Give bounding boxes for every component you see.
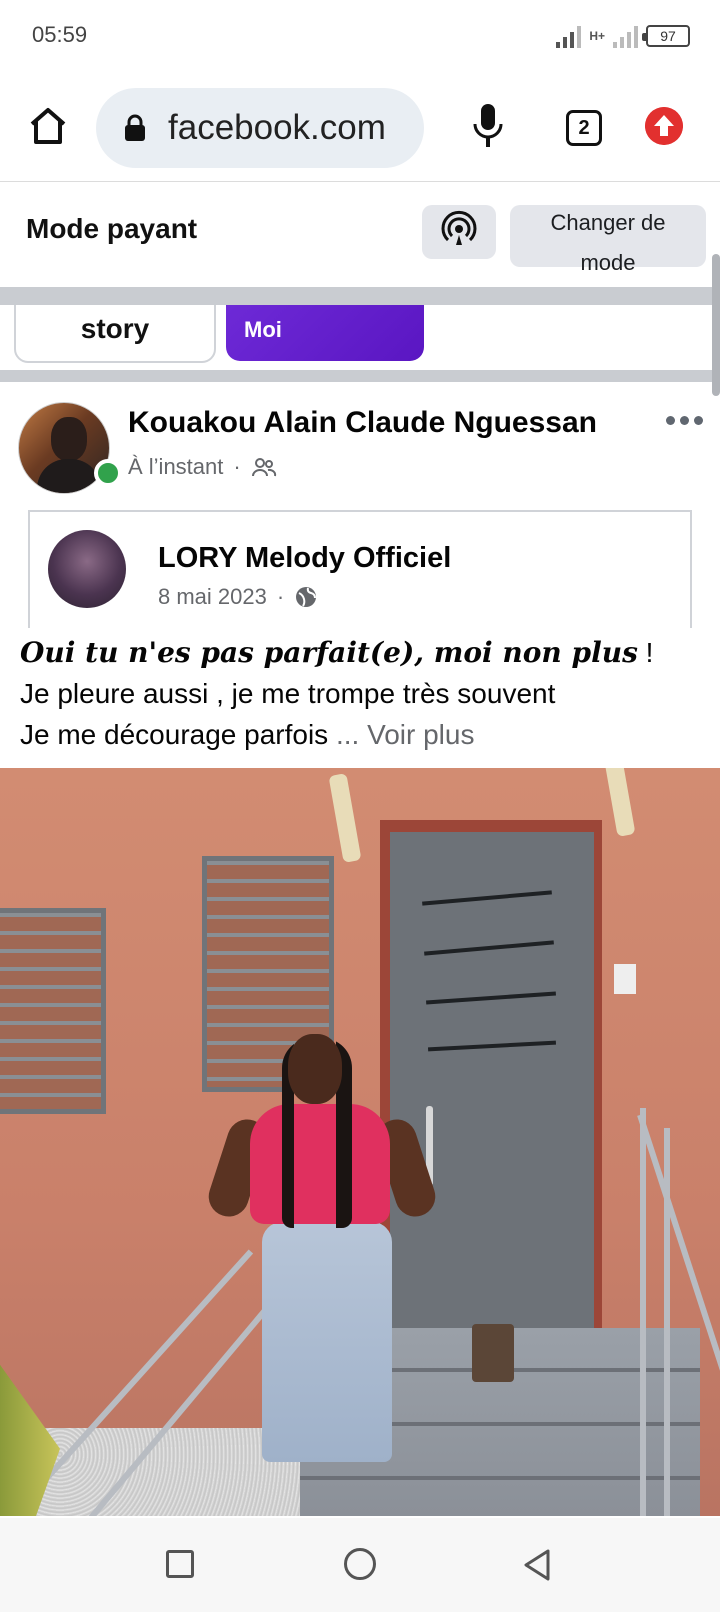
post-text-line1: Oui tu n'es pas parfait(e), moi non plus	[20, 636, 638, 669]
status-bar: 05:59 H+ 97	[0, 0, 720, 72]
change-mode-label: Changer de mode	[550, 210, 666, 275]
meta-dot: ·	[276, 584, 285, 609]
shared-post-header[interactable]: LORY Melody Officiel 8 mai 2023 ·	[28, 510, 692, 628]
signal-icon	[556, 24, 582, 48]
online-status-indicator	[94, 459, 122, 487]
battery-icon: 97	[642, 25, 690, 47]
shared-meta: 8 mai 2023 ·	[158, 584, 318, 610]
post-text-line3: Je me décourage parfois	[20, 719, 329, 750]
hotspot-icon	[441, 210, 477, 245]
meta-dot: ·	[233, 454, 241, 479]
home-nav-icon[interactable]	[344, 1548, 376, 1580]
separator	[0, 287, 720, 305]
post-text-line2: Je pleure aussi , je me trompe très souv…	[20, 678, 556, 709]
network-type: H+	[589, 28, 605, 43]
post-text-line1-end: !	[637, 637, 654, 668]
separator	[0, 370, 720, 382]
scrollbar[interactable]	[712, 254, 720, 396]
status-time: 05:59	[32, 22, 88, 47]
system-navigation-bar	[0, 1518, 720, 1612]
status-indicators: H+ 97	[556, 22, 690, 50]
mode-title: Mode payant	[26, 213, 198, 244]
post-body: Oui tu n'es pas parfait(e), moi non plus…	[20, 632, 710, 755]
shared-date[interactable]: 8 mai 2023	[158, 584, 267, 610]
story-card-moi[interactable]: Moi	[226, 305, 424, 361]
globe-icon	[296, 587, 317, 607]
post-time[interactable]: À l’instant	[128, 454, 223, 480]
post-author[interactable]: Kouakou Alain Claude Nguessan	[128, 406, 597, 440]
friends-icon	[251, 458, 276, 477]
hotspot-button[interactable]	[422, 205, 496, 259]
tabs-button[interactable]: 2	[566, 110, 602, 146]
browser-toolbar: facebook.com 2	[0, 72, 720, 182]
create-story-card[interactable]: story	[14, 305, 216, 363]
shared-author-avatar[interactable]	[48, 530, 126, 608]
signal-secondary-icon	[613, 24, 638, 48]
mic-icon[interactable]	[470, 102, 506, 150]
url-bar[interactable]: facebook.com	[96, 88, 424, 168]
url-text: facebook.com	[168, 108, 386, 147]
post-photo[interactable]	[0, 768, 720, 1516]
post-meta: À l’instant ·	[128, 454, 277, 480]
lock-icon	[125, 114, 145, 141]
home-icon[interactable]	[26, 104, 70, 148]
change-mode-button[interactable]: Changer de mode	[510, 205, 706, 275]
shared-author[interactable]: LORY Melody Officiel	[158, 542, 451, 575]
back-icon[interactable]	[522, 1548, 552, 1582]
stories-strip: story Moi	[0, 305, 720, 370]
data-mode-banner: Mode payant Changer de mode	[0, 183, 720, 287]
update-icon[interactable]	[645, 107, 683, 145]
recents-icon[interactable]	[166, 1550, 194, 1578]
more-options-icon[interactable]	[666, 412, 706, 428]
see-more-link[interactable]: ... Voir plus	[336, 719, 475, 750]
